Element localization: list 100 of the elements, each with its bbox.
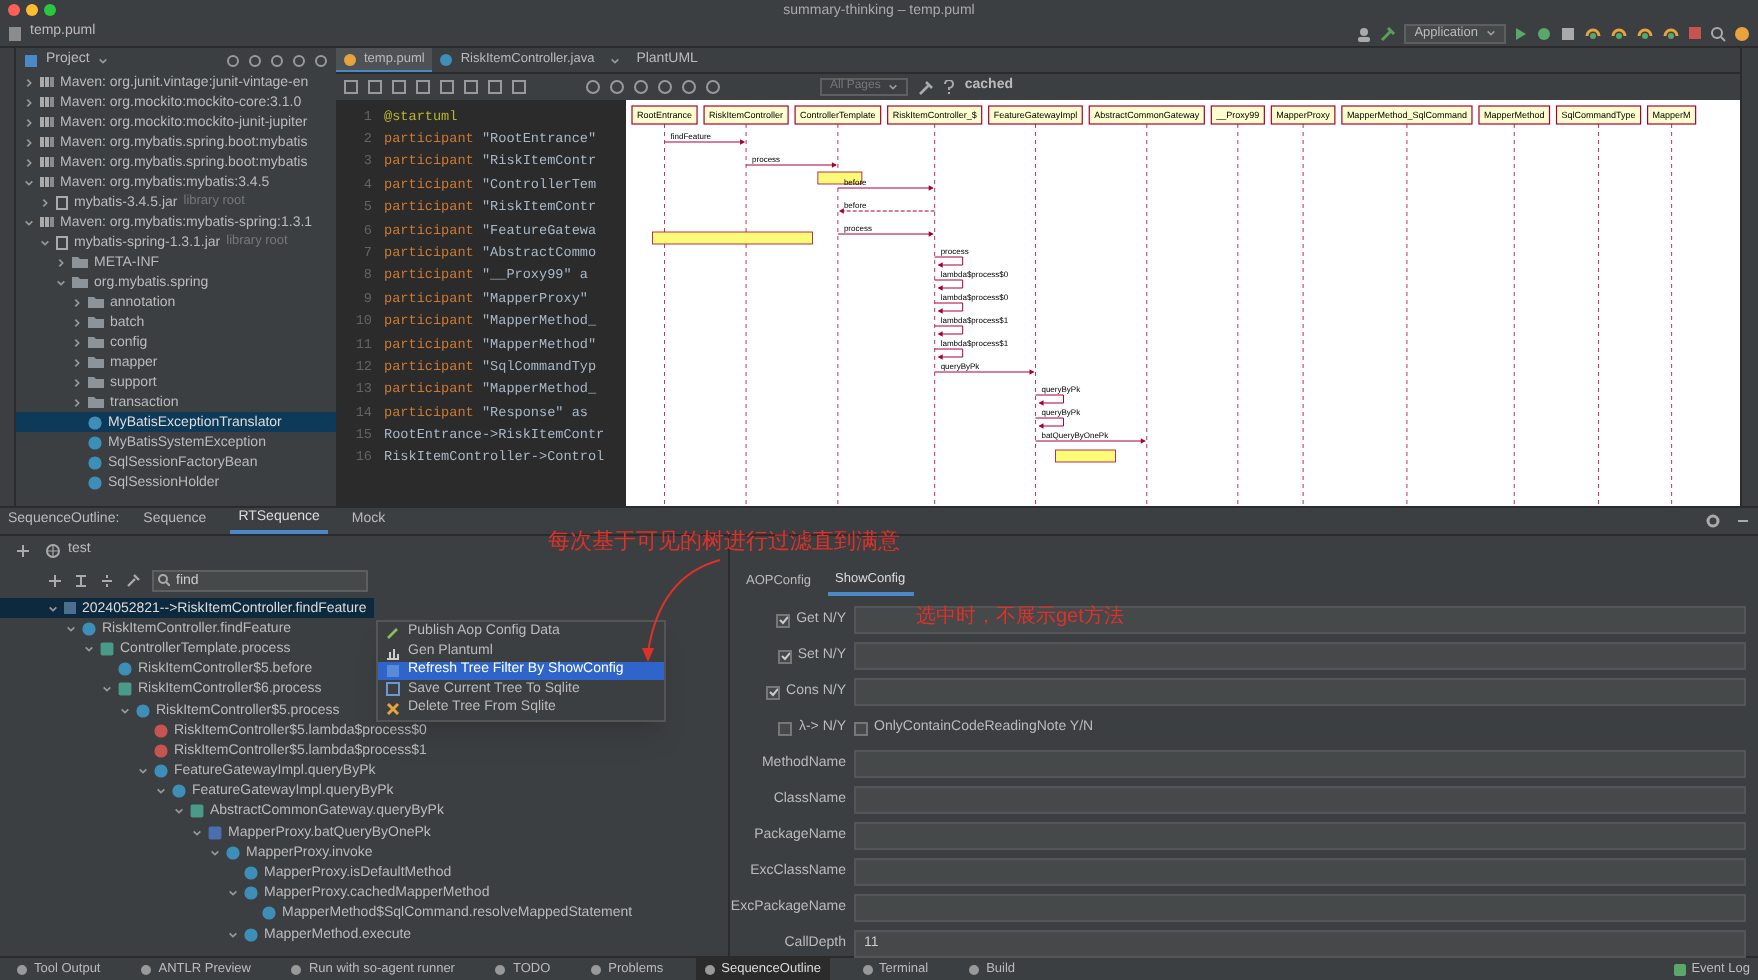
refresh-icon bbox=[386, 663, 400, 678]
message-arrow bbox=[934, 256, 964, 268]
checkbox[interactable] bbox=[777, 649, 792, 663]
add-icon[interactable] bbox=[48, 573, 62, 587]
input-field[interactable] bbox=[854, 822, 1746, 850]
add-icon[interactable] bbox=[16, 543, 30, 557]
message-arrow bbox=[934, 348, 964, 360]
tool-window-icon bbox=[968, 963, 981, 975]
class-icon bbox=[136, 703, 150, 718]
run-icon[interactable] bbox=[1514, 25, 1528, 41]
file-icon bbox=[344, 53, 356, 65]
library-icon bbox=[40, 176, 54, 188]
expand-icon[interactable] bbox=[270, 53, 284, 67]
copy-icon[interactable] bbox=[634, 80, 648, 94]
tool-window-icon bbox=[861, 963, 873, 975]
class-icon bbox=[82, 621, 96, 636]
message-arrow bbox=[934, 302, 964, 314]
annotation-text: 选中时，不展示get方法 bbox=[916, 608, 1124, 628]
expanded-chevron-icon[interactable] bbox=[228, 888, 238, 899]
expanded-chevron-icon[interactable] bbox=[24, 177, 34, 187]
annotation-arrow bbox=[636, 556, 726, 664]
checkbox[interactable] bbox=[778, 721, 793, 735]
settings-icon[interactable] bbox=[1706, 514, 1720, 528]
caret-icon[interactable] bbox=[610, 55, 621, 65]
help-icon[interactable] bbox=[944, 80, 955, 94]
message-arrow bbox=[934, 279, 964, 291]
collapsed-chevron-icon[interactable] bbox=[56, 257, 66, 267]
library-icon bbox=[40, 216, 54, 228]
tool-window-icon bbox=[16, 963, 28, 975]
minimize-icon[interactable] bbox=[1736, 514, 1750, 528]
plugin-icon[interactable] bbox=[1734, 25, 1750, 41]
jar-icon bbox=[56, 195, 68, 209]
input-field[interactable] bbox=[854, 606, 1746, 634]
search-icon bbox=[158, 574, 170, 586]
chart-icon bbox=[386, 645, 400, 660]
debug-icon[interactable] bbox=[1536, 25, 1552, 41]
tool-window-icon bbox=[290, 963, 303, 975]
tool-window-icon bbox=[494, 963, 507, 975]
file-icon bbox=[8, 25, 22, 41]
abstract-class-icon bbox=[118, 682, 132, 697]
image-icon[interactable] bbox=[416, 80, 430, 94]
expand-all-icon[interactable] bbox=[74, 573, 88, 587]
minimize-icon[interactable] bbox=[314, 53, 328, 67]
checkbox[interactable] bbox=[854, 721, 868, 735]
library-icon bbox=[40, 136, 54, 148]
message-arrow bbox=[934, 325, 964, 337]
pencil-icon bbox=[386, 626, 400, 641]
input-field[interactable] bbox=[854, 642, 1746, 670]
collapse-icon[interactable] bbox=[248, 53, 262, 67]
file-icon bbox=[440, 54, 453, 66]
settings-icon[interactable] bbox=[292, 53, 306, 67]
caret-icon[interactable] bbox=[97, 55, 108, 65]
collapse-all-icon[interactable] bbox=[100, 573, 114, 587]
zoom-in-icon[interactable] bbox=[682, 80, 696, 94]
abstract-class-icon bbox=[190, 804, 204, 819]
wrench-icon[interactable] bbox=[126, 573, 140, 587]
input-field[interactable] bbox=[854, 786, 1746, 814]
library-icon bbox=[40, 96, 54, 108]
user-icon[interactable] bbox=[1356, 25, 1373, 41]
hammer-icon[interactable] bbox=[1380, 25, 1397, 41]
input-field[interactable] bbox=[854, 894, 1746, 922]
profiler-icon[interactable] bbox=[1636, 24, 1654, 42]
jar-icon bbox=[56, 235, 68, 249]
profiler-icon[interactable] bbox=[1610, 24, 1628, 42]
profiler-icon[interactable] bbox=[1662, 24, 1680, 42]
input-field[interactable] bbox=[854, 750, 1746, 778]
message-arrow bbox=[837, 231, 934, 237]
root-icon bbox=[64, 602, 76, 615]
message-arrow bbox=[837, 185, 934, 191]
sticky-note bbox=[817, 171, 863, 185]
save-icon[interactable] bbox=[658, 80, 672, 94]
checkbox[interactable] bbox=[766, 685, 781, 699]
tool-window-icon bbox=[703, 963, 716, 975]
zoom-out-icon[interactable] bbox=[706, 80, 720, 94]
interface-icon bbox=[208, 825, 222, 840]
search-icon[interactable] bbox=[1710, 25, 1726, 41]
expanded-chevron-icon[interactable] bbox=[228, 929, 238, 940]
collapsed-chevron-icon[interactable] bbox=[40, 197, 50, 207]
message-arrow bbox=[664, 139, 746, 145]
save-icon[interactable] bbox=[512, 80, 526, 94]
wrench-icon[interactable] bbox=[918, 79, 935, 95]
message-arrow bbox=[1034, 417, 1064, 429]
library-icon bbox=[40, 76, 54, 88]
profiler-icon[interactable] bbox=[1584, 24, 1602, 42]
expanded-chevron-icon[interactable] bbox=[56, 277, 66, 287]
message-arrow bbox=[1034, 394, 1064, 406]
save-icon bbox=[386, 682, 400, 697]
message-arrow bbox=[838, 208, 936, 214]
library-icon bbox=[40, 116, 54, 128]
event-log-icon bbox=[1673, 963, 1686, 975]
tool-window-icon bbox=[140, 963, 153, 975]
checkbox[interactable] bbox=[776, 613, 791, 627]
input-field[interactable] bbox=[854, 858, 1746, 886]
input-field[interactable] bbox=[854, 678, 1746, 706]
class-icon bbox=[118, 662, 132, 677]
coverage-icon[interactable] bbox=[1560, 25, 1576, 41]
library-icon bbox=[40, 156, 54, 168]
copy-icon[interactable] bbox=[488, 80, 502, 94]
locate-icon[interactable] bbox=[226, 53, 240, 67]
stop-icon[interactable] bbox=[1688, 26, 1702, 40]
